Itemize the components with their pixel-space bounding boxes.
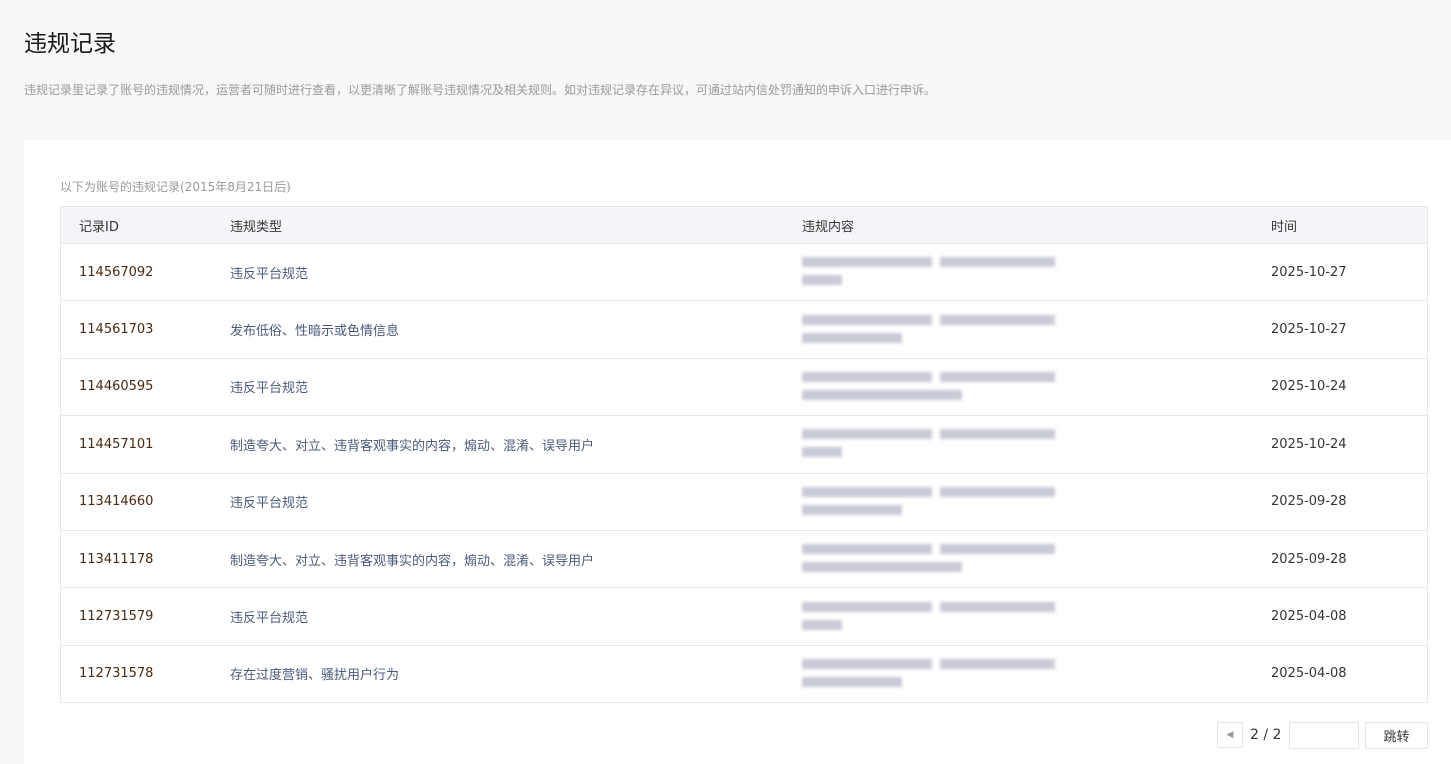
- records-subtitle: 以下为账号的违规记录(2015年8月21日后): [60, 180, 291, 194]
- violation-content-blurred: [802, 368, 1057, 406]
- page-jump-input[interactable]: [1289, 722, 1359, 749]
- violation-content-blurred: [802, 598, 1057, 636]
- violation-type: 存在过度营销、骚扰用户行为: [230, 668, 400, 684]
- record-id: 112731579: [79, 609, 154, 625]
- violation-content-blurred: [802, 425, 1057, 463]
- jump-button[interactable]: 跳转: [1365, 722, 1428, 749]
- violation-content-blurred: [802, 483, 1057, 521]
- record-time: 2025-09-28: [1271, 494, 1347, 510]
- record-time: 2025-04-08: [1271, 609, 1347, 625]
- record-id: 114561703: [79, 322, 154, 338]
- prev-page-button[interactable]: ◀: [1217, 722, 1243, 748]
- violation-content-blurred: [802, 540, 1057, 578]
- violation-content-blurred: [802, 311, 1057, 349]
- record-id: 113411178: [79, 551, 154, 567]
- violation-type: 违反平台规范: [230, 266, 309, 282]
- header-time: 时间: [1271, 219, 1298, 235]
- record-id: 114457101: [79, 436, 154, 452]
- record-id: 112731578: [79, 666, 154, 682]
- violation-content-blurred: [802, 253, 1057, 291]
- table-row: 114457101 制造夸大、对立、违背客观事实的内容，煽动、混淆、误导用户 2…: [61, 415, 1427, 472]
- header-id: 记录ID: [79, 219, 119, 235]
- table-row: 113414660 违反平台规范 2025-09-28: [61, 472, 1427, 530]
- violation-type: 制造夸大、对立、违背客观事实的内容，煽动、混淆、误导用户: [230, 438, 595, 454]
- record-id: 114460595: [79, 379, 154, 395]
- table-row: 114567092 违反平台规范 2025-10-27: [61, 243, 1427, 300]
- table-row: 114561703 发布低俗、性暗示或色情信息 2025-10-27: [61, 300, 1427, 357]
- violation-type: 违反平台规范: [230, 611, 309, 627]
- violation-type: 发布低俗、性暗示或色情信息: [230, 324, 400, 340]
- table-header: 记录ID 违规类型 违规内容 时间: [61, 207, 1427, 243]
- violation-table: 记录ID 违规类型 违规内容 时间 114567092 违反平台规范 2025-…: [60, 206, 1428, 704]
- table-row: 112731579 违反平台规范 2025-04-08: [61, 587, 1427, 644]
- record-id: 114567092: [79, 264, 154, 280]
- page-title: 违规记录: [24, 31, 116, 57]
- violation-content-blurred: [802, 655, 1057, 693]
- caret-left-icon: ◀: [1226, 730, 1234, 740]
- table-row: 113411178 制造夸大、对立、违背客观事实的内容，煽动、混淆、误导用户 2…: [61, 529, 1427, 587]
- page-indicator: 2 / 2: [1250, 727, 1282, 743]
- violation-type: 违反平台规范: [230, 496, 309, 512]
- record-time: 2025-10-27: [1271, 264, 1347, 280]
- record-id: 113414660: [79, 494, 154, 510]
- record-time: 2025-10-24: [1271, 379, 1347, 395]
- table-row: 114460595 违反平台规范 2025-10-24: [61, 357, 1427, 415]
- page-description: 违规记录里记录了账号的违规情况，运营者可随时进行查看，以更清晰了解账号违规情况及…: [24, 83, 937, 97]
- record-time: 2025-10-27: [1271, 322, 1347, 338]
- table-row: 112731578 存在过度营销、骚扰用户行为 2025-04-08: [61, 644, 1427, 702]
- header-type: 违规类型: [230, 219, 283, 235]
- violation-type: 违反平台规范: [230, 381, 309, 397]
- record-time: 2025-10-24: [1271, 436, 1347, 452]
- record-time: 2025-09-28: [1271, 551, 1347, 567]
- record-time: 2025-04-08: [1271, 666, 1347, 682]
- records-panel: 以下为账号的违规记录(2015年8月21日后) 记录ID 违规类型 违规内容 时…: [24, 140, 1451, 764]
- violation-type: 制造夸大、对立、违背客观事实的内容，煽动、混淆、误导用户: [230, 553, 595, 569]
- header-content: 违规内容: [802, 219, 855, 235]
